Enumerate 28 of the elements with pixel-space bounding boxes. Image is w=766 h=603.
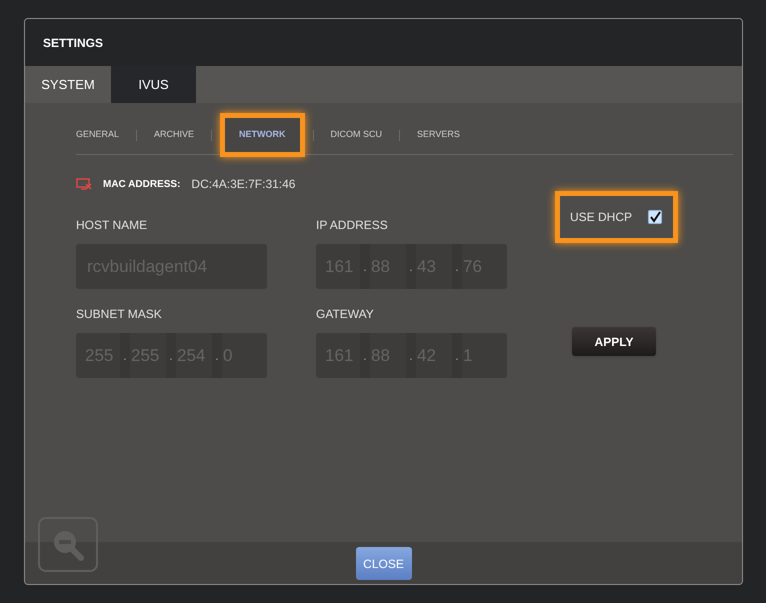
octet-separator: . (166, 333, 176, 378)
tab[interactable]: SYSTEM (25, 66, 111, 103)
octet-separator: . (360, 244, 370, 289)
octet-separator: . (406, 333, 416, 378)
octet-separator: . (406, 244, 416, 289)
octet-separator: . (120, 333, 130, 378)
mac-address-label: MAC ADDRESS: (103, 178, 180, 192)
close-button[interactable]: CLOSE (356, 547, 412, 580)
mac-address-value: DC:4A:3E:7F:31:46 (191, 176, 296, 193)
octet-separator: . (212, 333, 222, 378)
sub-tab[interactable]: ARCHIVE (154, 128, 194, 142)
sub-tab[interactable]: NETWORK (220, 113, 305, 157)
octet-separator: . (452, 244, 462, 289)
sub-tab[interactable]: DICOM SCU (330, 128, 382, 142)
sub-tab[interactable]: SERVERS (417, 128, 460, 142)
field-label: IP ADDRESS (316, 217, 389, 234)
tab[interactable]: IVUS (111, 66, 196, 103)
octet-separator: . (360, 333, 370, 378)
apply-button[interactable]: APPLY (572, 327, 656, 356)
use-dhcp-checkbox[interactable] (648, 210, 662, 224)
octet-separator: . (452, 333, 462, 378)
field-label: GATEWAY (316, 306, 375, 323)
sub-tab[interactable]: GENERAL (76, 128, 120, 142)
field-label: SUBNET MASK (76, 306, 163, 323)
monitor-disconnected-icon (76, 178, 92, 190)
field-label: HOST NAME (76, 217, 148, 234)
use-dhcp-label: USE DHCP (570, 209, 632, 226)
dialog-title: SETTINGS (43, 34, 104, 52)
